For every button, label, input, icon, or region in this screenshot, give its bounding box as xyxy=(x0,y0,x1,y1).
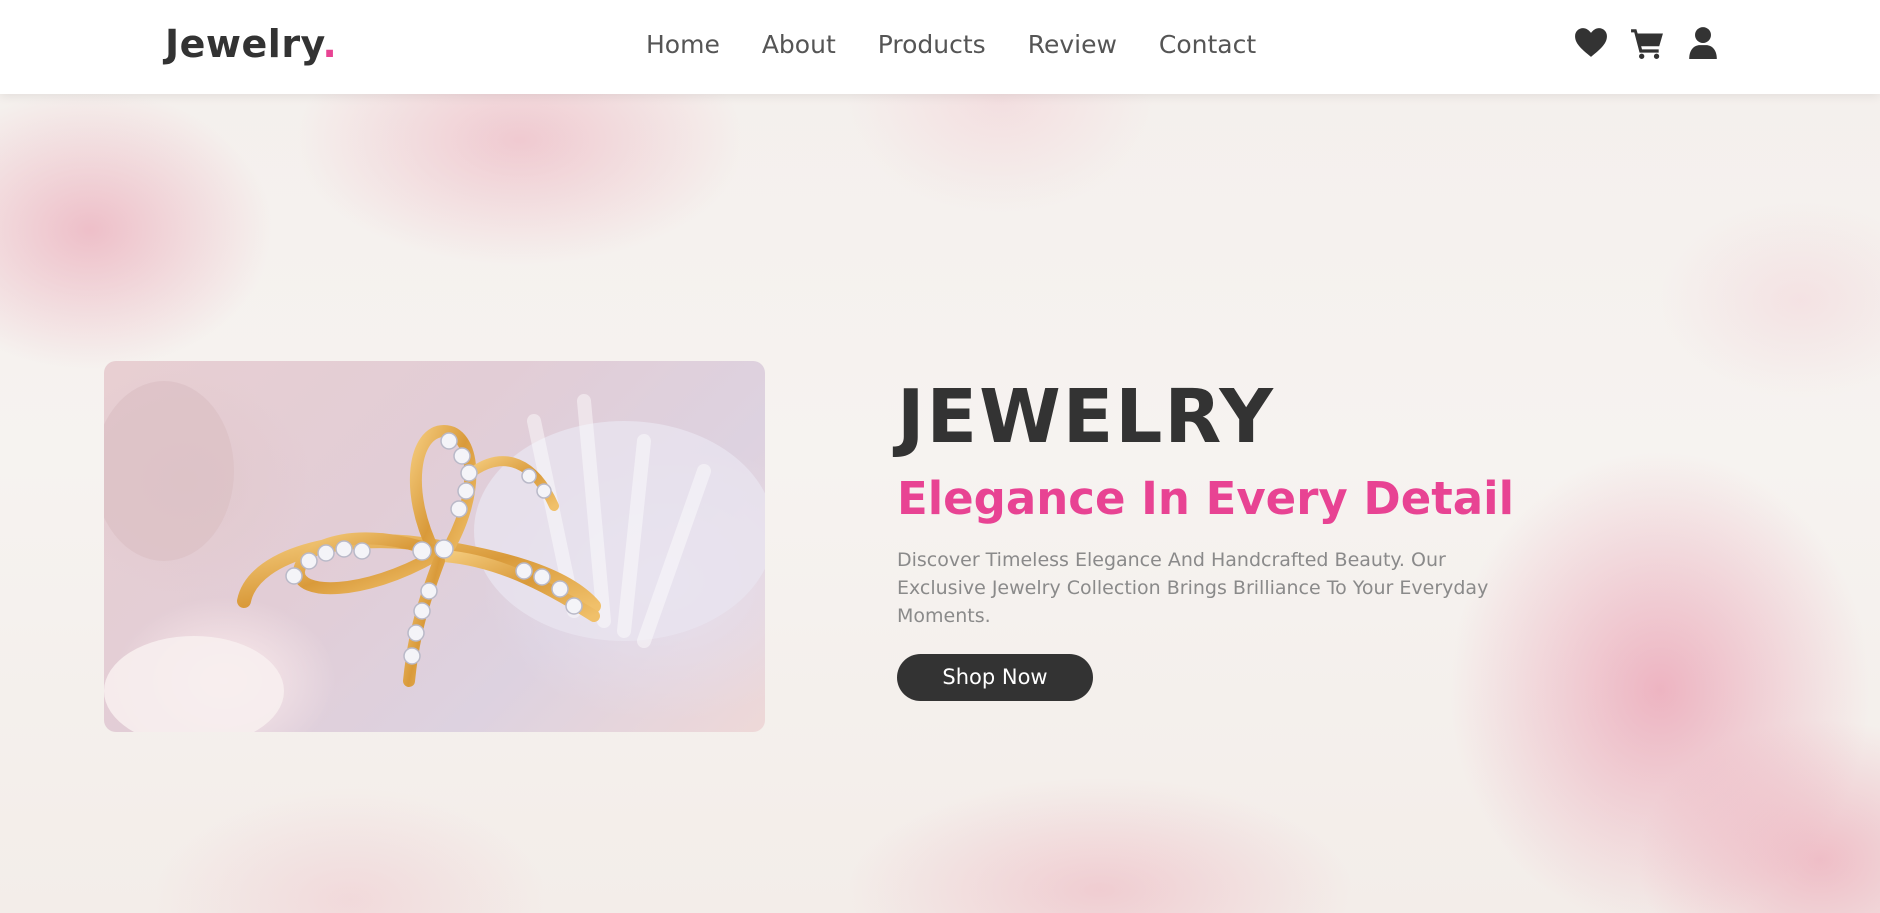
ring-illustration xyxy=(104,381,765,732)
heart-icon[interactable] xyxy=(1574,26,1608,60)
nav-review[interactable]: Review xyxy=(1028,30,1117,59)
nav-home[interactable]: Home xyxy=(646,30,720,59)
main-nav: Home About Products Review Contact xyxy=(646,30,1256,59)
hero-ring-image xyxy=(104,361,765,732)
logo-text: Jewelry xyxy=(165,22,323,66)
site-header: Jewelry. Home About Products Review Cont… xyxy=(0,0,1880,94)
nav-products[interactable]: Products xyxy=(878,30,986,59)
hero-description: Discover Timeless Elegance And Handcraft… xyxy=(897,548,1489,627)
shop-now-button[interactable]: Shop Now xyxy=(897,653,1093,701)
nav-contact[interactable]: Contact xyxy=(1159,30,1256,59)
page: Jewelry. Home About Products Review Cont… xyxy=(0,0,1880,913)
logo[interactable]: Jewelry. xyxy=(165,22,337,66)
hero-text: JEWELRY Elegance In Every Detail Discove… xyxy=(897,380,1517,701)
cart-icon[interactable] xyxy=(1630,26,1664,60)
header-icons xyxy=(1574,26,1720,60)
user-icon[interactable] xyxy=(1686,26,1720,60)
hero-subtitle: Elegance In Every Detail xyxy=(897,472,1514,525)
nav-about[interactable]: About xyxy=(762,30,836,59)
hero-title: JEWELRY xyxy=(897,374,1275,460)
logo-dot: . xyxy=(322,22,338,66)
